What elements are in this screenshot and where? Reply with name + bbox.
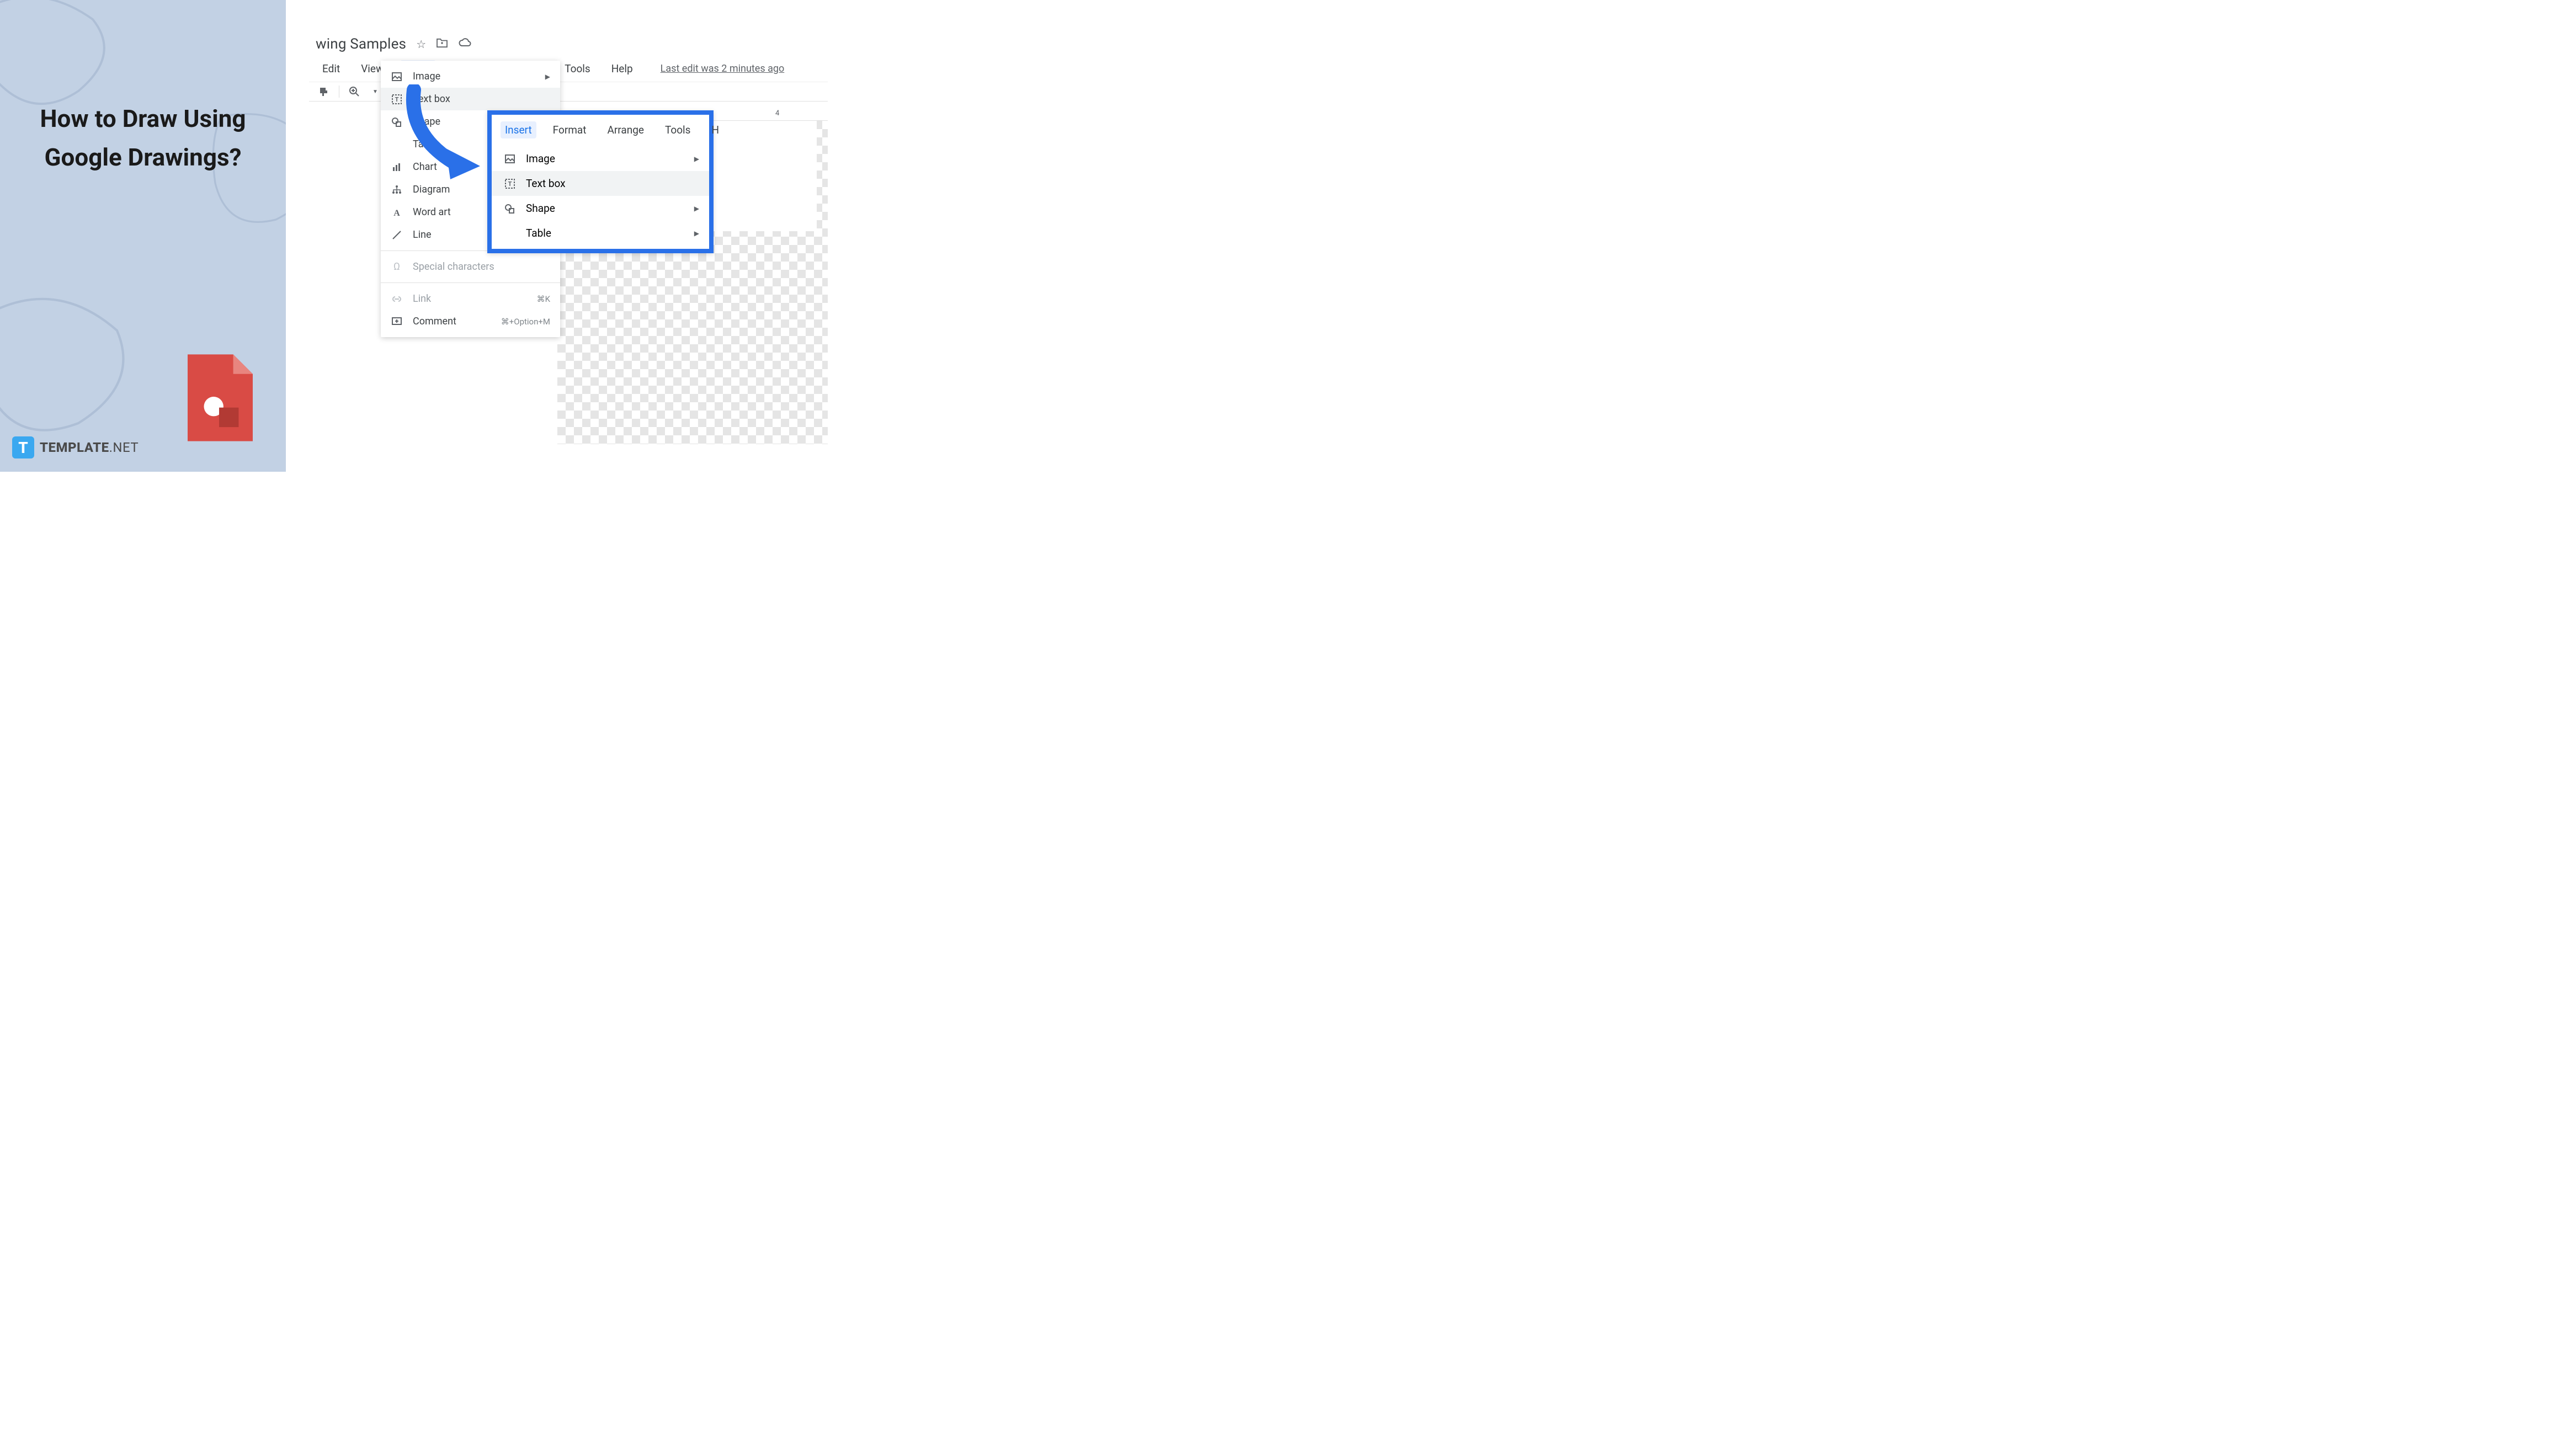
chevron-right-icon: ▶ [694,205,699,212]
decor-squiggle-bottom [0,284,132,439]
zoom-icon[interactable] [348,86,360,98]
move-folder-icon[interactable] [436,38,448,51]
callout-menu-h[interactable]: H [707,121,723,138]
dropdown-caret-icon[interactable]: ▼ [369,86,381,98]
cloud-status-icon[interactable] [458,38,471,51]
doc-title-row: wing Samples ☆ [309,36,828,55]
dd-divider [381,282,560,283]
callout-dropdown: Image ▶ T Text box Shape ▶ Table ▶ [492,144,709,249]
dd-comment-label: Comment [413,316,456,327]
dd-image-label: Image [413,71,440,82]
omega-icon: Ω [391,261,403,273]
shape-icon [504,203,516,214]
svg-text:T: T [508,180,512,188]
dd-special-label: Special characters [413,261,494,273]
link-icon [391,294,403,305]
svg-text:A: A [393,209,400,218]
dd-line-label: Line [413,229,432,241]
star-icon[interactable]: ☆ [416,38,426,51]
callout-menu-format[interactable]: Format [549,121,591,138]
logo-suffix: .NET [109,440,139,455]
dd-diagram-label: Diagram [413,184,450,195]
callout-menu-insert[interactable]: Insert [501,121,536,138]
google-drawings-icon [188,354,253,441]
dd-link[interactable]: Link ⌘K [381,287,560,310]
logo-main: TEMPLATE [40,440,109,455]
doc-title[interactable]: wing Samples [316,36,406,52]
left-panel: How to Draw Using Google Drawings? T TEM… [0,0,286,472]
menu-help[interactable]: Help [607,60,637,77]
image-icon [504,153,516,164]
menu-edit[interactable]: Edit [318,60,344,77]
callout-dd-textbox-label: Text box [526,177,566,190]
chevron-right-icon: ▶ [694,230,699,237]
callout-dd-table[interactable]: Table ▶ [492,221,709,246]
dd-comment-shortcut: ⌘+Option+M [501,317,550,327]
paint-format-icon[interactable] [318,86,330,98]
callout-dd-table-label: Table [526,227,551,239]
diagram-icon [391,184,403,195]
callout-dd-shape-label: Shape [526,202,555,215]
callout-menu-tools[interactable]: Tools [661,121,695,138]
chevron-right-icon: ▶ [545,73,550,81]
ruler-mark-4: 4 [775,109,779,118]
app-screenshot: wing Samples ☆ Edit View Insert Format A… [309,36,828,444]
dd-wordart-label: Word art [413,206,451,218]
chevron-right-icon: ▶ [694,155,699,163]
dd-special[interactable]: Ω Special characters [381,255,560,278]
dd-link-shortcut: ⌘K [537,294,550,304]
callout-menu-arrange[interactable]: Arrange [603,121,648,138]
comment-icon [391,316,403,327]
wordart-icon: A [391,207,403,218]
dd-link-label: Link [413,293,431,305]
page-title: How to Draw Using Google Drawings? [33,99,253,177]
image-icon [391,71,403,82]
textbox-icon: T [504,178,516,189]
logo-text: TEMPLATE.NET [40,440,139,455]
callout-dd-textbox[interactable]: T Text box [492,171,709,196]
dd-comment[interactable]: Comment ⌘+Option+M [381,310,560,333]
callout-dd-image-label: Image [526,152,555,165]
callout-dd-image[interactable]: Image ▶ [492,146,709,171]
callout-dd-shape[interactable]: Shape ▶ [492,196,709,221]
callout-arrow-icon [392,84,497,184]
menu-tools[interactable]: Tools [560,60,595,77]
last-edit-link[interactable]: Last edit was 2 minutes ago [661,63,785,74]
callout-box: Insert Format Arrange Tools H Image ▶ T … [487,110,714,253]
line-icon [391,230,403,241]
logo: T TEMPLATE.NET [12,436,139,458]
logo-mark: T [12,436,34,458]
callout-menubar: Insert Format Arrange Tools H [492,115,709,144]
